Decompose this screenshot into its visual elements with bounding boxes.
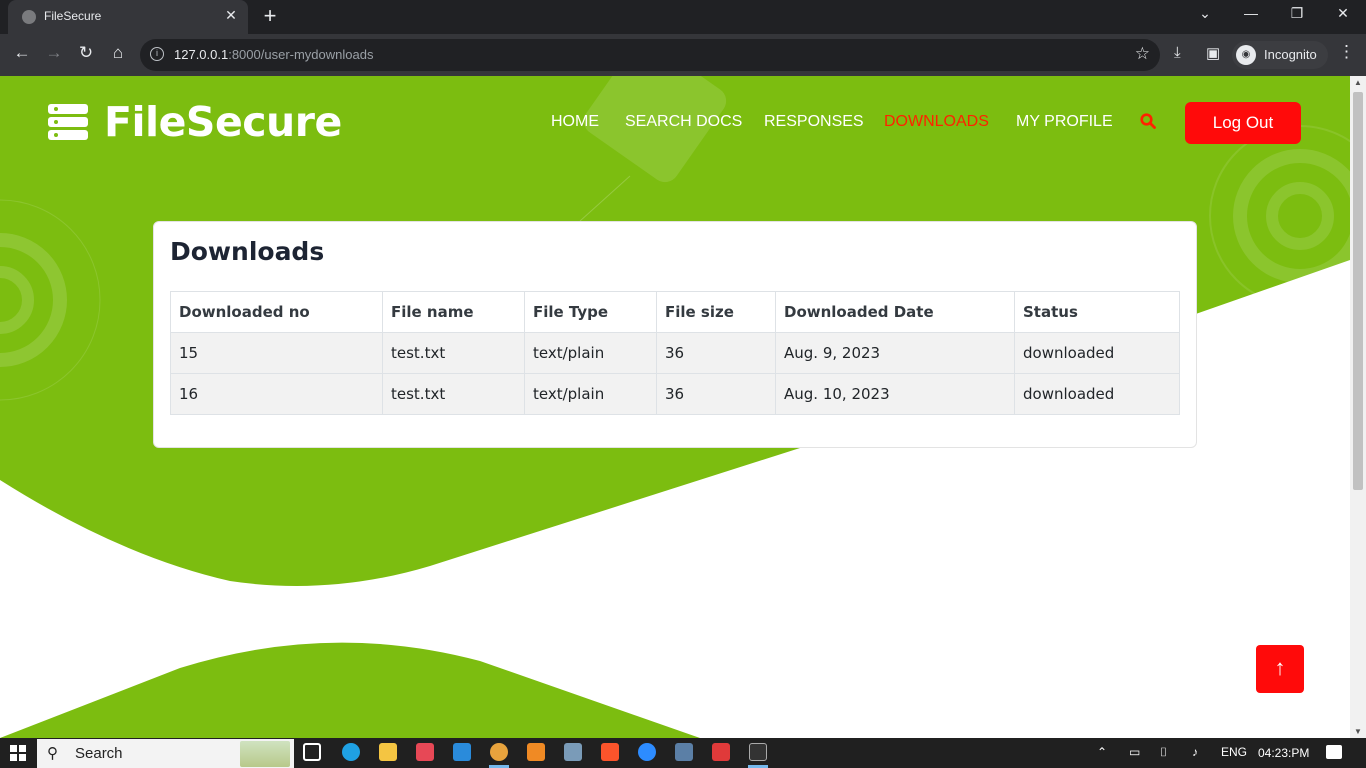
- url-path: :8000/user-mydownloads: [228, 47, 374, 62]
- globe-icon: [22, 10, 36, 24]
- taskbar-search-label: Search: [75, 745, 123, 762]
- column-header-file-size: File size: [656, 291, 776, 333]
- arrow-up-icon: ↑: [1274, 655, 1286, 680]
- search-icon[interactable]: [1140, 113, 1156, 129]
- tray-chevron-up-icon[interactable]: ⌃: [1097, 745, 1107, 759]
- nav-my-profile[interactable]: MY PROFILE: [1016, 113, 1113, 131]
- search-highlight-image: [240, 741, 290, 767]
- remote-desktop-icon[interactable]: [675, 743, 693, 761]
- table-header-row: Downloaded no File name File Type File s…: [170, 291, 1180, 333]
- table-row: 16 test.txt text/plain 36 Aug. 10, 2023 …: [170, 373, 1180, 415]
- cell-file-size: 36: [656, 332, 776, 374]
- downloads-table: Downloaded no File name File Type File s…: [170, 291, 1180, 415]
- column-header-file-type: File Type: [524, 291, 657, 333]
- nav-downloads[interactable]: DOWNLOADS: [884, 113, 989, 131]
- restore-window-button[interactable]: ❐: [1282, 5, 1312, 22]
- tab-title: FileSecure: [44, 9, 102, 23]
- file-explorer-icon[interactable]: [379, 743, 397, 761]
- downloads-card: Downloads Downloaded no File name File T…: [153, 221, 1197, 448]
- browser-menu-icon[interactable]: ⋮: [1338, 42, 1355, 62]
- app-icon-red-grid[interactable]: [416, 743, 434, 761]
- download-icon[interactable]: ⤓: [1174, 44, 1181, 61]
- column-header-downloaded-date: Downloaded Date: [775, 291, 1015, 333]
- network-icon[interactable]: ⌷: [1160, 745, 1167, 760]
- chrome-icon[interactable]: [490, 743, 508, 761]
- cell-downloaded-no: 16: [170, 373, 383, 415]
- url-host: 127.0.0.1: [174, 47, 229, 62]
- back-arrow-icon[interactable]: ←: [10, 43, 34, 63]
- forward-arrow-icon[interactable]: →: [42, 43, 66, 63]
- browser-toolbar: ← → ↻ ⌂ i 127.0.0.1:8000/user-mydownload…: [0, 34, 1366, 76]
- edge-icon[interactable]: [342, 743, 360, 761]
- reload-icon[interactable]: ↻: [74, 43, 98, 63]
- incognito-label: Incognito: [1264, 47, 1317, 62]
- page-viewport: FileSecure HOME SEARCH DOCS RESPONSES DO…: [0, 76, 1350, 738]
- bookmark-star-icon[interactable]: ☆: [1135, 44, 1150, 64]
- notification-icon[interactable]: [1326, 745, 1342, 759]
- cell-status: downloaded: [1014, 373, 1180, 415]
- server-icon: [48, 104, 88, 140]
- language-indicator[interactable]: ENG: [1221, 745, 1247, 759]
- scroll-to-top-button[interactable]: ↑: [1256, 645, 1304, 693]
- photos-icon[interactable]: [564, 743, 582, 761]
- search-tool-icon[interactable]: [527, 743, 545, 761]
- column-header-status: Status: [1014, 291, 1180, 333]
- task-view-icon[interactable]: [303, 743, 321, 761]
- cell-file-size: 36: [656, 373, 776, 415]
- meet-now-icon[interactable]: ▭: [1129, 745, 1140, 759]
- volume-icon[interactable]: ♪: [1192, 745, 1198, 759]
- cell-file-type: text/plain: [524, 373, 657, 415]
- cell-downloaded-date: Aug. 10, 2023: [775, 373, 1015, 415]
- browser-tab[interactable]: FileSecure ✕: [8, 0, 248, 34]
- column-header-downloaded-no: Downloaded no: [170, 291, 383, 333]
- page-scrollbar[interactable]: ▲ ▼: [1350, 76, 1366, 738]
- cell-downloaded-date: Aug. 9, 2023: [775, 332, 1015, 374]
- logout-button[interactable]: Log Out: [1185, 102, 1301, 144]
- table-row: 15 test.txt text/plain 36 Aug. 9, 2023 d…: [170, 332, 1180, 374]
- new-tab-button[interactable]: +: [258, 3, 282, 29]
- home-icon[interactable]: ⌂: [106, 43, 130, 63]
- cell-file-name: test.txt: [382, 373, 525, 415]
- tab-search-chevron-icon[interactable]: ⌄: [1190, 5, 1220, 22]
- cell-file-name: test.txt: [382, 332, 525, 374]
- scroll-down-arrow-icon[interactable]: ▼: [1350, 727, 1366, 736]
- url-text: 127.0.0.1:8000/user-mydownloads: [174, 47, 373, 62]
- taskbar-search-icon: ⚲: [47, 745, 58, 762]
- browser-tab-strip: FileSecure ✕ + ⌄ — ❐ ✕: [0, 0, 1366, 34]
- taskbar-search-box[interactable]: ⚲ Search: [37, 739, 294, 768]
- brand-name: FileSecure: [104, 98, 342, 146]
- close-window-button[interactable]: ✕: [1328, 5, 1358, 22]
- windows-start-icon[interactable]: [10, 745, 26, 761]
- address-bar[interactable]: i 127.0.0.1:8000/user-mydownloads ☆: [140, 39, 1160, 71]
- terminal-icon[interactable]: [749, 743, 767, 761]
- incognito-profile-button[interactable]: ◉ Incognito: [1232, 41, 1328, 69]
- taskbar-clock[interactable]: 04:23:PM: [1258, 746, 1309, 760]
- close-tab-icon[interactable]: ✕: [222, 7, 240, 24]
- scroll-up-arrow-icon[interactable]: ▲: [1350, 78, 1366, 87]
- windows-taskbar: ⚲ Search ⌃ ▭ ⌷ ♪ ENG 04:23:PM: [0, 738, 1366, 768]
- nav-search-docs[interactable]: SEARCH DOCS: [625, 113, 742, 131]
- zoom-icon[interactable]: [638, 743, 656, 761]
- column-header-file-name: File name: [382, 291, 525, 333]
- scrollbar-thumb[interactable]: [1353, 92, 1363, 490]
- brave-icon[interactable]: [601, 743, 619, 761]
- incognito-icon: ◉: [1236, 45, 1256, 65]
- minimize-window-button[interactable]: —: [1236, 5, 1266, 21]
- cell-status: downloaded: [1014, 332, 1180, 374]
- cell-file-type: text/plain: [524, 332, 657, 374]
- nav-home[interactable]: HOME: [551, 113, 599, 131]
- side-panel-icon[interactable]: ▣: [1206, 44, 1220, 62]
- site-info-icon[interactable]: i: [150, 47, 164, 61]
- page-title: Downloads: [170, 237, 325, 266]
- nav-responses[interactable]: RESPONSES: [764, 113, 864, 131]
- cell-downloaded-no: 15: [170, 332, 383, 374]
- recorder-icon[interactable]: [712, 743, 730, 761]
- vscode-icon[interactable]: [453, 743, 471, 761]
